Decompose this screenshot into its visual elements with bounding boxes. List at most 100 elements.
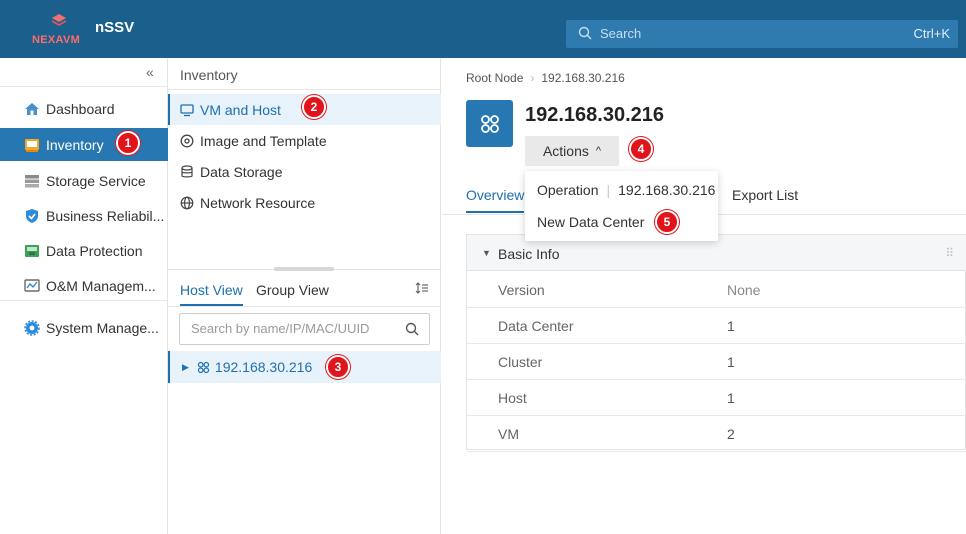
breadcrumb-separator: › [530,71,535,85]
collapse-nav-icon[interactable]: « [146,64,154,80]
nav-item-label: Business Reliabil... [46,207,165,224]
menu-item-label: Image and Template [200,132,327,149]
info-row: Cluster 1 [467,344,966,380]
inventory-icon [25,138,39,152]
search-shortcut: Ctrl+K [913,26,950,41]
menu-item-label: Network Resource [200,194,316,211]
drag-handle-icon[interactable]: ⠿ [945,246,954,260]
globe-icon [180,196,194,209]
breadcrumb: Root Node › 192.168.30.216 [466,71,625,85]
nav-item-storage-service[interactable]: Storage Service [0,164,168,197]
dropdown-header-value: 192.168.30.216 [618,182,716,198]
nav-item-label: Storage Service [46,172,146,189]
data-protection-icon [25,244,39,257]
host-search-input[interactable]: Search by name/IP/MAC/UUID [179,313,430,345]
main-content: Root Node › 192.168.30.216 192.168.30.216 … [442,58,966,534]
info-key: Cluster [498,354,543,370]
dropdown-header: Operation | 192.168.30.216 [537,182,715,198]
nav-item-data-protection[interactable]: Data Protection [0,234,168,267]
sort-icon[interactable] [415,281,429,295]
step-badge-1: 1 [116,131,140,155]
card-title: Basic Info [498,246,560,262]
breadcrumb-root[interactable]: Root Node [466,71,523,85]
nav-item-business-reliability[interactable]: Business Reliabil... [0,199,168,232]
breadcrumb-current: 192.168.30.216 [541,71,625,85]
info-value: 1 [727,354,735,370]
info-row: Version None [467,272,966,308]
nav-item-om-management[interactable]: O&M Managem... [0,269,168,302]
nav-item-dashboard[interactable]: Dashboard [0,92,168,125]
cluster-node-icon [480,114,499,133]
home-icon [25,102,39,115]
host-node-icon [466,100,513,147]
collapse-triangle-icon[interactable]: ▼ [482,248,491,258]
inventory-panel: Inventory VM and Host Image and Template… [168,58,441,534]
info-row: VM 2 [467,416,966,452]
nav-item-label: Inventory [46,136,104,153]
cluster-node-icon [197,361,210,373]
info-value: 2 [727,426,735,442]
menu-item-image-and-template[interactable]: Image and Template [168,125,441,156]
disc-icon [180,134,194,147]
tree-node-label: 192.168.30.216 [214,359,313,375]
tab-overview[interactable]: Overview [466,187,525,213]
divider [0,86,168,87]
info-key: Host [498,390,527,406]
menu-item-label: Data Storage [200,163,283,180]
step-badge-4: 4 [629,137,653,161]
dropdown-header-label: Operation [537,182,599,198]
panel-title: Inventory [180,67,238,83]
actions-button[interactable]: Actions ^ [525,136,619,166]
nav-item-label: Dashboard [46,100,115,117]
tree-node-host[interactable]: ▶ 192.168.30.216 [168,351,441,383]
monitor-icon [24,278,40,292]
storage-icon [25,174,39,187]
top-bar: NEXAVM nSSV Search Ctrl+K [0,0,966,58]
gear-icon [24,319,40,336]
global-search-input[interactable]: Search Ctrl+K [566,20,958,48]
info-key: Version [498,282,545,298]
step-badge-2: 2 [302,95,326,119]
monitor-icon [180,103,194,116]
menu-item-new-data-center[interactable]: New Data Center [537,214,644,230]
nav-item-system-management[interactable]: System Manage... [0,311,168,344]
step-badge-5: 5 [655,210,679,234]
tab-host-view[interactable]: Host View [180,282,243,306]
info-key: VM [498,426,519,442]
nav-item-label: Data Protection [46,242,143,259]
divider [168,89,441,90]
nav-item-label: O&M Managem... [46,277,156,294]
page-title: 192.168.30.216 [525,104,665,126]
logo-mark-icon [52,14,66,26]
nav-item-label: System Manage... [46,319,159,336]
search-placeholder: Search by name/IP/MAC/UUID [191,321,370,336]
actions-label: Actions [542,143,589,159]
info-row: Host 1 [467,380,966,416]
divider [168,306,441,307]
expand-caret-icon[interactable]: ▶ [182,362,189,373]
nexavm-logo[interactable]: NEXAVM [32,10,90,50]
info-value: 1 [727,390,735,406]
actions-dropdown-menu: Operation | 192.168.30.216 New Data Center [525,171,718,241]
nav-item-inventory[interactable]: Inventory [0,128,168,161]
search-placeholder: Search [600,26,642,41]
basic-info-card: ▼ Basic Info ⠿ Version None Data Center … [466,234,966,452]
info-value: 1 [727,318,735,334]
menu-item-label: VM and Host [200,101,281,118]
dropdown-separator: | [606,182,611,198]
left-nav: « Dashboard Inventory Storage Service Bu… [0,58,168,534]
search-icon[interactable] [405,322,419,336]
tab-export-list[interactable]: Export List [732,187,798,203]
chevron-up-icon: ^ [595,145,602,157]
step-badge-3: 3 [326,355,350,379]
resize-handle[interactable] [274,267,334,271]
menu-item-network-resource[interactable]: Network Resource [168,187,441,218]
app-name: nSSV [95,19,135,36]
info-key: Data Center [498,318,574,334]
logo-text: NEXAVM [32,34,81,46]
database-icon [181,164,193,177]
search-icon [578,26,592,40]
menu-item-data-storage[interactable]: Data Storage [168,156,441,187]
tab-group-view[interactable]: Group View [256,282,329,298]
info-value: None [727,282,761,298]
